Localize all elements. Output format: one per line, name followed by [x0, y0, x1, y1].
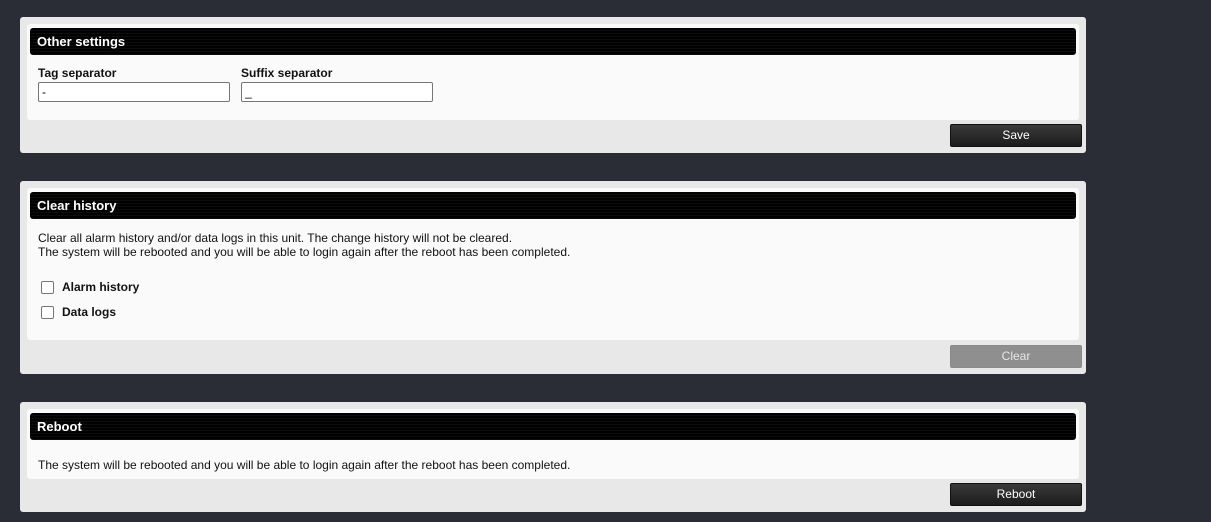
clear-history-content: Clear history Clear all alarm history an… [27, 188, 1079, 340]
other-settings-content: Other settings Tag separator Suffix sepa… [27, 24, 1079, 120]
tag-separator-label: Tag separator [38, 66, 117, 80]
reboot-content: Reboot The system will be rebooted and y… [27, 409, 1079, 479]
clear-history-description-line2: The system will be rebooted and you will… [38, 245, 571, 259]
reboot-panel: Reboot The system will be rebooted and y… [20, 402, 1086, 512]
reboot-description: The system will be rebooted and you will… [38, 458, 571, 472]
alarm-history-checkbox-row[interactable]: Alarm history [41, 280, 139, 294]
alarm-history-label[interactable]: Alarm history [62, 280, 139, 294]
other-settings-panel: Other settings Tag separator Suffix sepa… [20, 17, 1086, 153]
clear-history-panel: Clear history Clear all alarm history an… [20, 181, 1086, 374]
data-logs-checkbox[interactable] [41, 305, 54, 319]
reboot-button[interactable]: Reboot [950, 483, 1082, 506]
alarm-history-checkbox[interactable] [41, 280, 54, 294]
data-logs-checkbox-row[interactable]: Data logs [41, 305, 116, 319]
clear-button[interactable]: Clear [950, 345, 1082, 368]
data-logs-label[interactable]: Data logs [62, 305, 116, 319]
save-button[interactable]: Save [950, 124, 1082, 147]
suffix-separator-input[interactable] [241, 82, 433, 102]
tag-separator-input[interactable] [38, 82, 230, 102]
clear-history-description-line1: Clear all alarm history and/or data logs… [38, 231, 513, 245]
suffix-separator-label: Suffix separator [241, 66, 333, 80]
